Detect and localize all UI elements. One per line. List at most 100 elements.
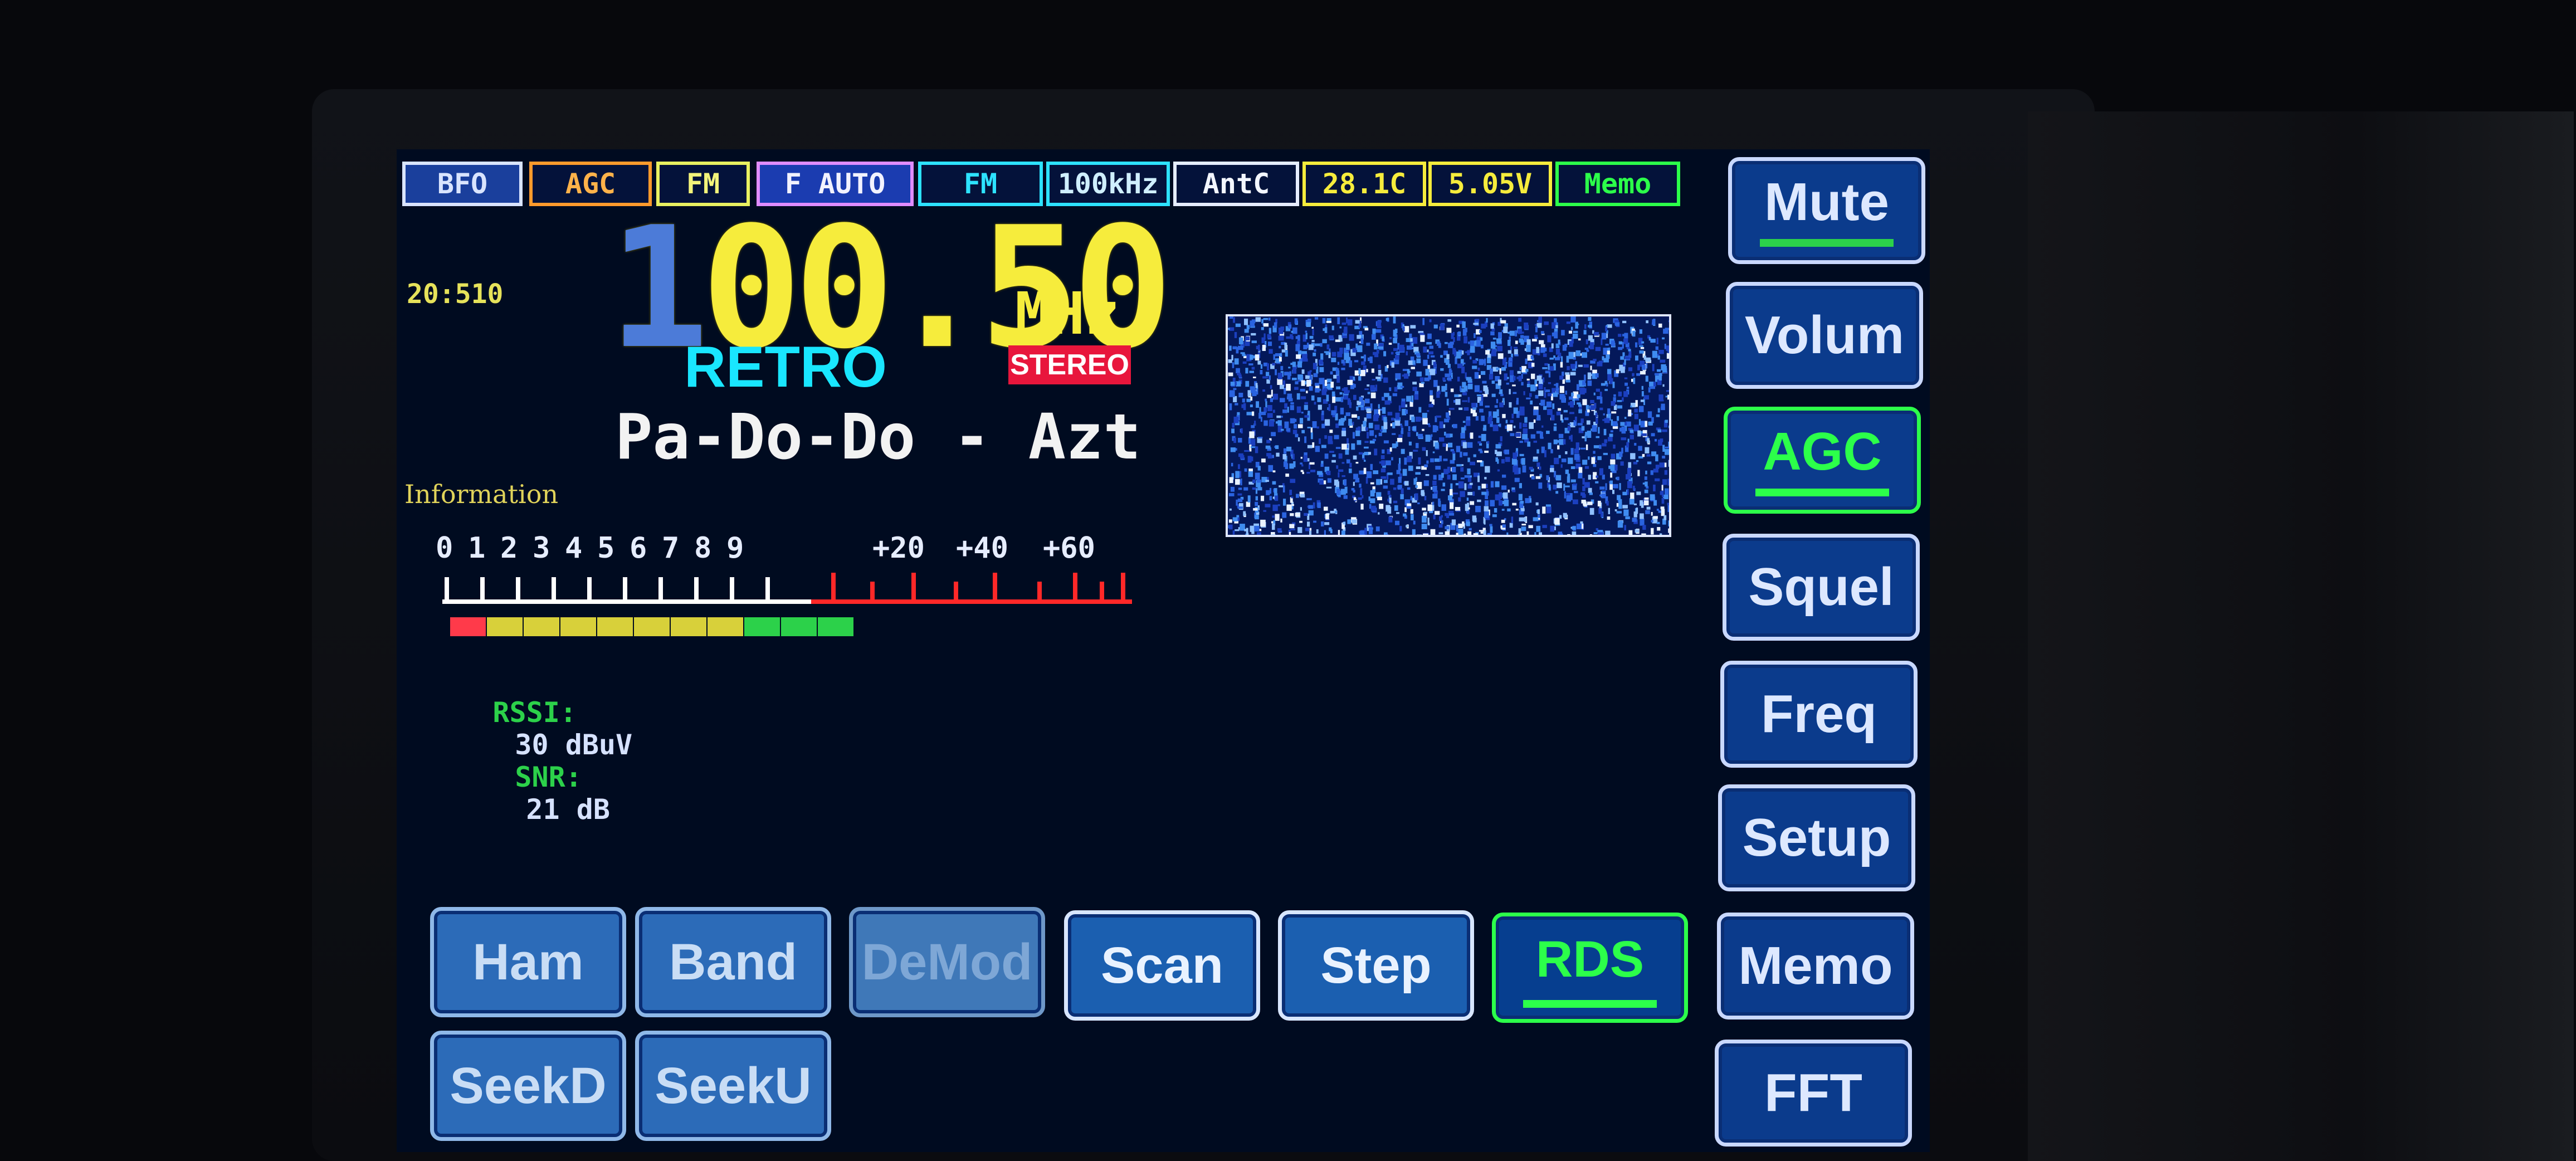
s-meter-tick-over	[1037, 582, 1042, 604]
waterfall-pixel	[1541, 446, 1545, 453]
waterfall-pixel	[1477, 460, 1482, 462]
waterfall-pixel	[1421, 490, 1424, 495]
waterfall-pixel	[1392, 393, 1397, 397]
waterfall-pixel	[1485, 350, 1490, 355]
bottom-button-step[interactable]: Step	[1278, 910, 1474, 1021]
bottom-button-band[interactable]: Band	[635, 907, 831, 1017]
waterfall-pixel	[1359, 397, 1363, 402]
waterfall-pixel	[1608, 508, 1610, 514]
waterfall-pixel	[1499, 402, 1504, 408]
s-meter-segment	[744, 617, 780, 636]
waterfall-pixel	[1529, 498, 1532, 503]
waterfall-pixel	[1483, 425, 1487, 431]
side-button-fft[interactable]: FFT	[1715, 1040, 1912, 1147]
waterfall-pixel	[1363, 421, 1367, 427]
waterfall-pixel	[1501, 528, 1506, 530]
waterfall-pixel	[1645, 357, 1651, 362]
waterfall-pixel	[1473, 454, 1476, 457]
side-button-mute[interactable]: Mute	[1728, 157, 1925, 264]
waterfall-pixel	[1597, 456, 1602, 460]
waterfall-pixel	[1410, 509, 1413, 514]
waterfall-pixel	[1632, 330, 1636, 337]
waterfall-pixel	[1496, 338, 1502, 344]
waterfall-pixel	[1424, 496, 1427, 501]
waterfall-pixel	[1240, 479, 1242, 486]
waterfall-pixel	[1387, 490, 1391, 495]
bottom-button-scan[interactable]: Scan	[1064, 910, 1260, 1021]
waterfall-pixel	[1391, 457, 1393, 461]
waterfall-pixel	[1284, 343, 1287, 349]
waterfall-pixel	[1301, 464, 1304, 467]
waterfall-pixel	[1360, 370, 1365, 377]
waterfall-pixel	[1435, 511, 1440, 515]
waterfall-pixel	[1318, 404, 1322, 410]
waterfall-pixel	[1436, 426, 1438, 431]
waterfall-pixel	[1479, 330, 1482, 333]
waterfall-pixel	[1506, 424, 1513, 431]
waterfall-pixel	[1639, 350, 1644, 354]
waterfall-pixel	[1269, 328, 1272, 334]
side-button-setup[interactable]: Setup	[1718, 784, 1915, 891]
waterfall-pixel	[1645, 510, 1650, 514]
waterfall-pixel	[1306, 498, 1312, 500]
waterfall-pixel	[1417, 433, 1423, 438]
waterfall-pixel	[1588, 325, 1592, 328]
waterfall-pixel	[1396, 512, 1399, 514]
bottom-button-ham[interactable]: Ham	[430, 907, 626, 1017]
waterfall-pixel	[1657, 527, 1661, 531]
waterfall-pixel	[1564, 417, 1569, 421]
waterfall-pixel	[1427, 518, 1430, 525]
waterfall-pixel	[1587, 380, 1592, 386]
waterfall-pixel	[1275, 495, 1279, 501]
waterfall-pixel	[1392, 422, 1396, 428]
waterfall-pixel	[1355, 430, 1360, 436]
waterfall-pixel	[1407, 487, 1411, 490]
waterfall-pixel	[1338, 530, 1340, 535]
waterfall-pixel	[1515, 432, 1521, 437]
side-button-volum[interactable]: Volum	[1726, 282, 1923, 389]
side-button-freq[interactable]: Freq	[1720, 661, 1918, 768]
waterfall-pixel	[1470, 356, 1472, 360]
waterfall-pixel	[1306, 472, 1310, 474]
waterfall-pixel	[1529, 466, 1533, 470]
waterfall-pixel	[1646, 320, 1648, 324]
waterfall-pixel	[1596, 475, 1599, 478]
bottom-button-seeku[interactable]: SeekU	[635, 1031, 831, 1141]
waterfall-pixel	[1651, 528, 1654, 535]
side-button-agc[interactable]: AGC	[1724, 407, 1921, 514]
waterfall-pixel	[1538, 316, 1542, 324]
side-button-memo[interactable]: Memo	[1717, 913, 1914, 1019]
waterfall-pixel	[1438, 498, 1441, 506]
waterfall-pixel	[1580, 492, 1585, 496]
waterfall-pixel	[1269, 349, 1273, 354]
waterfall-pixel	[1343, 395, 1349, 400]
waterfall-pixel	[1519, 453, 1524, 456]
s-meter-tick-over	[870, 582, 875, 604]
bottom-button-seekd[interactable]: SeekD	[430, 1031, 626, 1141]
waterfall-pixel	[1602, 474, 1605, 480]
waterfall-pixel	[1557, 482, 1562, 489]
bottom-button-rds[interactable]: RDS	[1492, 913, 1688, 1023]
waterfall-pixel	[1583, 501, 1587, 506]
waterfall-pixel	[1331, 391, 1335, 397]
waterfall-pixel	[1278, 335, 1284, 341]
waterfall-pixel	[1274, 322, 1277, 328]
s-meter-tick-over	[1121, 573, 1125, 604]
waterfall-pixel	[1276, 415, 1281, 418]
waterfall-pixel	[1450, 433, 1453, 437]
side-button-squel[interactable]: Squel	[1723, 534, 1920, 641]
waterfall-pixel	[1513, 375, 1516, 381]
waterfall-pixel	[1272, 455, 1274, 458]
waterfall-pixel	[1492, 514, 1497, 518]
waterfall-pixel	[1250, 396, 1253, 401]
waterfall-pixel	[1655, 478, 1660, 481]
waterfall-pixel	[1348, 418, 1352, 426]
waterfall-pixel	[1441, 520, 1443, 524]
waterfall-pixel	[1565, 391, 1567, 395]
waterfall-pixel	[1300, 494, 1305, 497]
waterfall-pixel	[1653, 469, 1658, 473]
waterfall-pixel	[1566, 321, 1570, 324]
waterfall-pixel	[1277, 373, 1282, 379]
waterfall-pixel	[1624, 525, 1626, 531]
waterfall-pixel	[1538, 390, 1544, 396]
